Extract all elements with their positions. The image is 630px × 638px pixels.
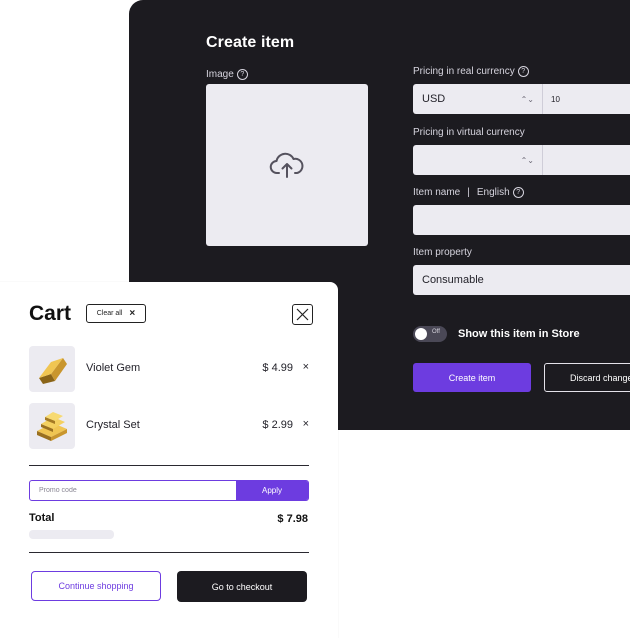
divider (29, 552, 309, 553)
gold-set-thumbnail (29, 403, 75, 449)
close-icon (296, 308, 309, 321)
real-price-field: USD ⌃⌄ 10 (413, 84, 630, 114)
show-in-store-toggle[interactable]: Off (413, 326, 447, 342)
currency-value: USD (422, 93, 446, 105)
real-price-input[interactable]: 10 (543, 95, 560, 104)
clear-all-label: Clear all (96, 310, 123, 317)
pricing-real-label-row: Pricing in real currency ? (413, 66, 529, 77)
pricing-virtual-label: Pricing in virtual currency (413, 127, 525, 138)
item-name-label: Item name (413, 187, 461, 198)
cart-item-price: $ 2.99 (262, 419, 293, 431)
item-property-value: Consumable (422, 274, 484, 286)
item-name-label-row: Item name | English ? (413, 187, 524, 198)
select-chevron-icon: ⌃⌄ (520, 155, 534, 165)
apply-promo-button[interactable]: Apply (236, 481, 308, 500)
promo-code-row: Apply (29, 480, 309, 501)
create-item-button[interactable]: Create item (413, 363, 531, 392)
cart-item-price: $ 4.99 (262, 362, 293, 374)
checkout-button[interactable]: Go to checkout (177, 571, 307, 602)
cart-item-name: Violet Gem (86, 362, 141, 374)
select-chevron-icon: ⌃⌄ (520, 94, 534, 104)
panel-title: Create item (206, 34, 295, 51)
cart-item: Crystal Set $ 2.99 × (29, 403, 309, 449)
cart-title: Cart (29, 302, 72, 325)
help-icon[interactable]: ? (517, 66, 529, 77)
cart-item: Violet Gem $ 4.99 × (29, 346, 309, 392)
continue-shopping-button[interactable]: Continue shopping (31, 571, 161, 601)
cart-panel: Cart Clear all × Violet Gem $ 4.99 × Cry… (0, 282, 338, 638)
image-label: Image (206, 69, 234, 80)
toggle-state: Off (432, 329, 440, 335)
close-cart-button[interactable] (292, 304, 313, 325)
virtual-price-field: ⌃⌄ (413, 145, 630, 175)
item-name-input[interactable] (413, 205, 630, 235)
discard-changes-button[interactable]: Discard changes (544, 363, 630, 392)
item-property-label: Item property (413, 247, 472, 258)
close-icon: × (129, 308, 136, 319)
show-in-store-label: Show this item in Store (458, 328, 580, 340)
total-label: Total (29, 512, 55, 524)
currency-select[interactable]: USD ⌃⌄ (413, 84, 543, 114)
cart-item-name: Crystal Set (86, 419, 140, 431)
placeholder-bar (29, 530, 114, 539)
cloud-upload-icon (269, 152, 304, 178)
total-value: $ 7.98 (277, 513, 308, 525)
image-label-row: Image ? (206, 69, 248, 80)
virtual-currency-select[interactable]: ⌃⌄ (413, 145, 543, 175)
item-name-lang[interactable]: English (477, 187, 510, 198)
divider (29, 465, 309, 466)
remove-item-button[interactable]: × (303, 418, 309, 430)
gold-bars-stack-icon (37, 412, 67, 441)
item-property-select[interactable]: Consumable (413, 265, 630, 295)
promo-code-input[interactable] (30, 481, 236, 500)
gem-thumbnail (29, 346, 75, 392)
help-icon[interactable]: ? (236, 69, 248, 80)
remove-item-button[interactable]: × (303, 361, 309, 373)
clear-all-button[interactable]: Clear all × (86, 304, 146, 323)
help-icon[interactable]: ? (512, 187, 524, 198)
gold-bar-icon (39, 358, 67, 384)
label-divider: | (467, 187, 470, 198)
pricing-real-label: Pricing in real currency (413, 66, 515, 77)
toggle-knob (415, 328, 427, 340)
image-upload-area[interactable] (206, 84, 368, 246)
